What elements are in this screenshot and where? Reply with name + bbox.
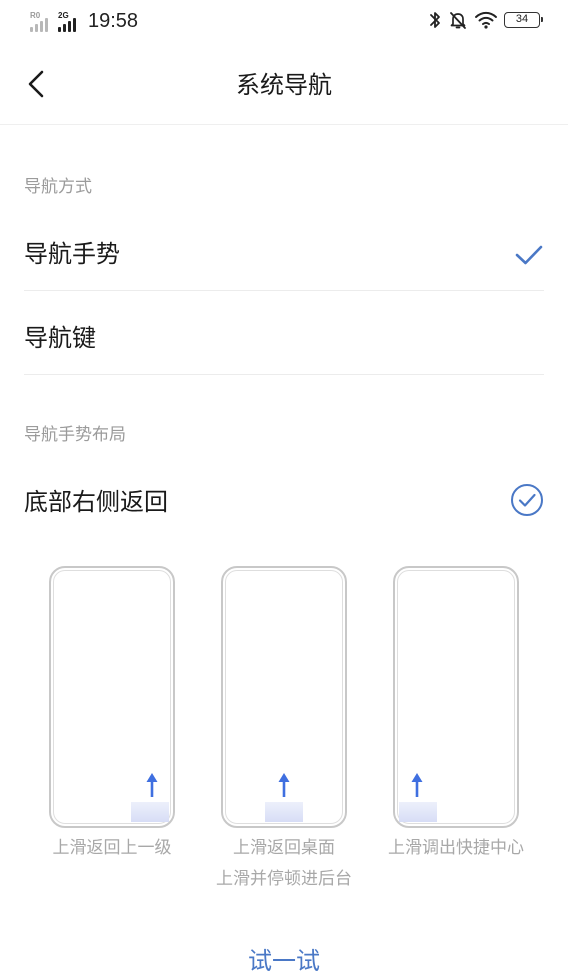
status-bar: R0 2G 19:58 34 [0,0,568,44]
check-circle-icon [511,484,543,516]
header-bar: 系统导航 [0,44,568,125]
section-title-navigation-method: 导航方式 [24,177,92,197]
wifi-icon [475,11,497,29]
bluetooth-icon [430,12,440,28]
sim2-signal-icon: 2G [58,11,80,32]
option-navigation-keys[interactable]: 导航键 [0,302,568,374]
option-label: 导航键 [24,324,96,352]
preview-caption-secondary: 上滑并停顿进后台 [216,869,352,889]
option-bottom-right-back[interactable]: 底部右侧返回 [0,466,568,538]
page-title: 系统导航 [236,71,332,99]
gesture-preview-home [221,566,347,828]
arrow-up-icon [278,773,290,797]
divider [24,374,544,375]
phone-outline [393,566,519,828]
section-title-gesture-layout: 导航手势布局 [24,425,126,445]
divider [24,290,544,291]
sim2-tag: 2G [58,11,69,20]
preview-caption: 上滑调出快捷中心 [388,838,524,858]
arrow-up-icon [411,773,423,797]
preview-caption: 上滑返回桌面 [233,838,335,858]
option-label: 导航手势 [24,240,120,268]
preview-caption: 上滑返回上一级 [52,838,172,858]
swipe-zone [265,802,303,822]
status-time: 19:58 [88,10,139,32]
status-icons: 34 [428,10,543,30]
option-label: 底部右侧返回 [24,488,168,516]
phone-outline [221,566,347,828]
gesture-preview-shortcut-center [393,566,519,828]
bell-muted-icon [450,12,466,29]
phone-outline [49,566,175,828]
swipe-zone [131,802,169,822]
try-it-button[interactable]: 试一试 [0,944,568,978]
battery-indicator: 34 [504,12,543,28]
swipe-zone [399,802,437,822]
signal-indicators: R0 2G [30,8,80,32]
arrow-up-icon [146,773,158,797]
sim1-signal-icon: R0 [30,11,52,32]
sim1-tag: R0 [30,11,41,20]
option-gesture-navigation[interactable]: 导航手势 [0,218,568,290]
gesture-preview-back [49,566,175,828]
checkmark-icon [515,245,543,265]
